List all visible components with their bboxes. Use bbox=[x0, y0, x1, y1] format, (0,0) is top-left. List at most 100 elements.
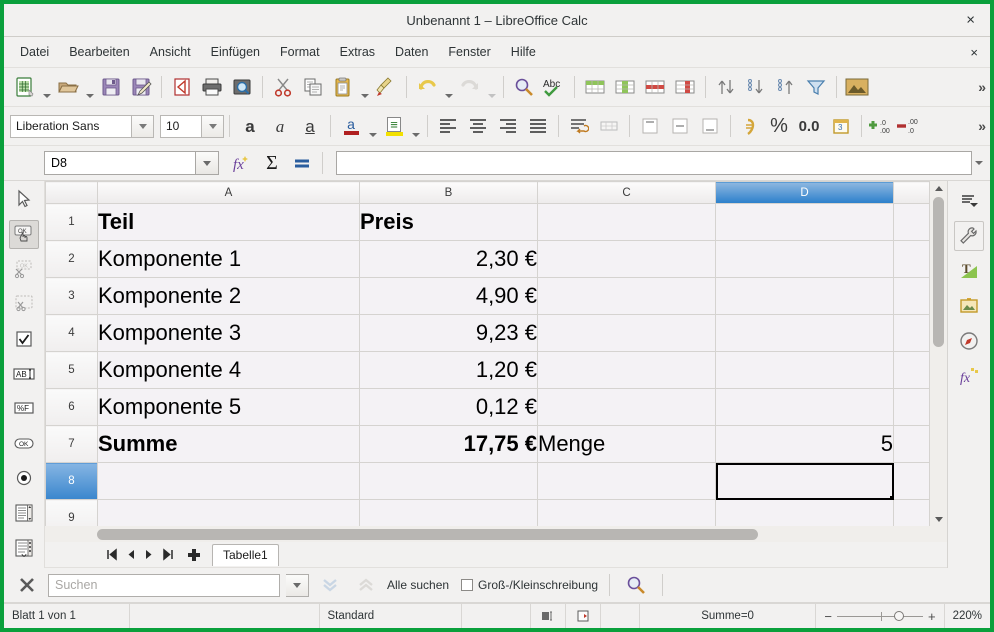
cell-a4[interactable]: Komponente 3 bbox=[97, 314, 360, 352]
cell-a5[interactable]: Komponente 4 bbox=[97, 351, 360, 389]
align-top-button[interactable] bbox=[635, 112, 665, 140]
menu-daten[interactable]: Daten bbox=[385, 41, 438, 63]
sheet-grid[interactable]: A B C D 1 Teil Preis 2 Komponente 1 2,30… bbox=[45, 181, 932, 537]
scroll-down-button[interactable] bbox=[931, 512, 946, 526]
row-header-3[interactable]: 3 bbox=[45, 277, 98, 315]
menu-fenster[interactable]: Fenster bbox=[438, 41, 500, 63]
find-history-dropdown[interactable] bbox=[286, 573, 309, 597]
cell-e1[interactable] bbox=[893, 203, 932, 241]
menu-bearbeiten[interactable]: Bearbeiten bbox=[59, 41, 139, 63]
sort-descending-icon[interactable] bbox=[771, 73, 801, 101]
highlight-color-dropdown[interactable] bbox=[409, 109, 422, 144]
zoom-track[interactable] bbox=[837, 610, 923, 621]
autofilter-icon[interactable] bbox=[801, 73, 831, 101]
sum-icon[interactable]: Σ bbox=[257, 149, 287, 177]
sidebar-settings-icon[interactable] bbox=[954, 186, 984, 216]
merge-cells-button[interactable] bbox=[594, 112, 624, 140]
horizontal-scroll-track[interactable] bbox=[97, 528, 945, 540]
menu-datei[interactable]: Datei bbox=[10, 41, 59, 63]
zoom-out-button[interactable]: − bbox=[824, 610, 832, 623]
currency-format-button[interactable] bbox=[736, 112, 766, 140]
align-left-button[interactable] bbox=[433, 112, 463, 140]
cell-a7[interactable]: Summe bbox=[97, 425, 360, 463]
clone-formatting-icon[interactable] bbox=[371, 73, 401, 101]
name-box[interactable]: D8 bbox=[44, 151, 196, 175]
wrap-text-button[interactable] bbox=[564, 112, 594, 140]
cell-e7[interactable] bbox=[893, 425, 932, 463]
cell-b3[interactable]: 4,90 € bbox=[359, 277, 538, 315]
zoom-knob[interactable] bbox=[894, 610, 904, 621]
cell-a6[interactable]: Komponente 5 bbox=[97, 388, 360, 426]
cell-d4[interactable] bbox=[715, 314, 894, 352]
spelling-icon[interactable]: Abc bbox=[539, 73, 569, 101]
column-icon[interactable] bbox=[610, 73, 640, 101]
cell-b2[interactable]: 2,30 € bbox=[359, 240, 538, 278]
horizontal-scroll-thumb[interactable] bbox=[97, 528, 759, 540]
delete-column-icon[interactable] bbox=[670, 73, 700, 101]
open-folder-icon[interactable] bbox=[53, 73, 83, 101]
zoom-in-button[interactable]: + bbox=[928, 610, 936, 623]
vertical-scrollbar[interactable] bbox=[929, 181, 947, 526]
font-color-dropdown[interactable] bbox=[366, 109, 379, 144]
menu-einfuegen[interactable]: Einfügen bbox=[201, 41, 270, 63]
vertical-scroll-thumb[interactable] bbox=[933, 197, 944, 347]
row-header-1[interactable]: 1 bbox=[45, 203, 98, 241]
formula-icon[interactable] bbox=[287, 149, 317, 177]
cell-a3[interactable]: Komponente 2 bbox=[97, 277, 360, 315]
styles-icon[interactable]: T bbox=[954, 256, 984, 286]
cell-b1[interactable]: Preis bbox=[359, 203, 538, 241]
save-icon[interactable] bbox=[96, 73, 126, 101]
cell-b6[interactable]: 0,12 € bbox=[359, 388, 538, 426]
properties-wrench-icon[interactable] bbox=[954, 221, 984, 251]
navigator-icon[interactable] bbox=[954, 326, 984, 356]
document-modified-icon[interactable] bbox=[566, 604, 602, 628]
horizontal-scrollbar[interactable] bbox=[45, 526, 947, 542]
delete-decimal-button[interactable]: .00.0 bbox=[895, 112, 923, 140]
functions-icon[interactable]: fx bbox=[954, 361, 984, 391]
vertical-scroll-track[interactable] bbox=[933, 195, 944, 512]
row-header-7[interactable]: 7 bbox=[45, 425, 98, 463]
number-format-button[interactable]: 0.0 bbox=[792, 112, 826, 140]
image-button-icon[interactable] bbox=[9, 290, 39, 319]
cell-a8[interactable] bbox=[97, 462, 360, 500]
formatting-toolbar-overflow[interactable]: » bbox=[978, 118, 986, 134]
cell-e2[interactable] bbox=[893, 240, 932, 278]
sort-ascending-icon[interactable] bbox=[741, 73, 771, 101]
cell-d2[interactable] bbox=[715, 240, 894, 278]
undo-icon[interactable] bbox=[412, 73, 442, 101]
previous-sheet-icon[interactable] bbox=[122, 545, 139, 564]
cell-c5[interactable] bbox=[537, 351, 716, 389]
cell-c1[interactable] bbox=[537, 203, 716, 241]
find-all-button[interactable]: Alle suchen bbox=[387, 578, 449, 592]
zoom-level-status[interactable]: 220% bbox=[945, 604, 990, 628]
bold-button[interactable]: a bbox=[235, 112, 265, 140]
cell-d3[interactable] bbox=[715, 277, 894, 315]
cell-b8[interactable] bbox=[359, 462, 538, 500]
font-name-input[interactable]: Liberation Sans bbox=[10, 114, 132, 138]
menu-ansicht[interactable]: Ansicht bbox=[140, 41, 201, 63]
cell-e3[interactable] bbox=[893, 277, 932, 315]
add-decimal-button[interactable]: .0.00 bbox=[867, 112, 895, 140]
cell-d8-active[interactable] bbox=[715, 462, 894, 500]
insert-image-icon[interactable] bbox=[842, 73, 872, 101]
row-header-6[interactable]: 6 bbox=[45, 388, 98, 426]
print-preview-icon[interactable] bbox=[227, 73, 257, 101]
sheet-tab-tabelle1[interactable]: Tabelle1 bbox=[212, 543, 279, 566]
check-box-icon[interactable] bbox=[9, 324, 39, 353]
cell-c3[interactable] bbox=[537, 277, 716, 315]
cell-a2[interactable]: Komponente 1 bbox=[97, 240, 360, 278]
cell-c8[interactable] bbox=[537, 462, 716, 500]
cell-c7[interactable]: Menge bbox=[537, 425, 716, 463]
row-header-2[interactable]: 2 bbox=[45, 240, 98, 278]
open-dropdown[interactable] bbox=[83, 70, 96, 105]
align-bottom-button[interactable] bbox=[695, 112, 725, 140]
cell-e5[interactable] bbox=[893, 351, 932, 389]
cell-d5[interactable] bbox=[715, 351, 894, 389]
print-icon[interactable] bbox=[197, 73, 227, 101]
new-document-icon[interactable] bbox=[10, 73, 40, 101]
italic-button[interactable]: a bbox=[265, 112, 295, 140]
menu-extras[interactable]: Extras bbox=[330, 41, 385, 63]
selection-mode-icon[interactable] bbox=[531, 604, 567, 628]
cell-e8[interactable] bbox=[893, 462, 932, 500]
formatted-field-icon[interactable]: %F bbox=[9, 394, 39, 423]
